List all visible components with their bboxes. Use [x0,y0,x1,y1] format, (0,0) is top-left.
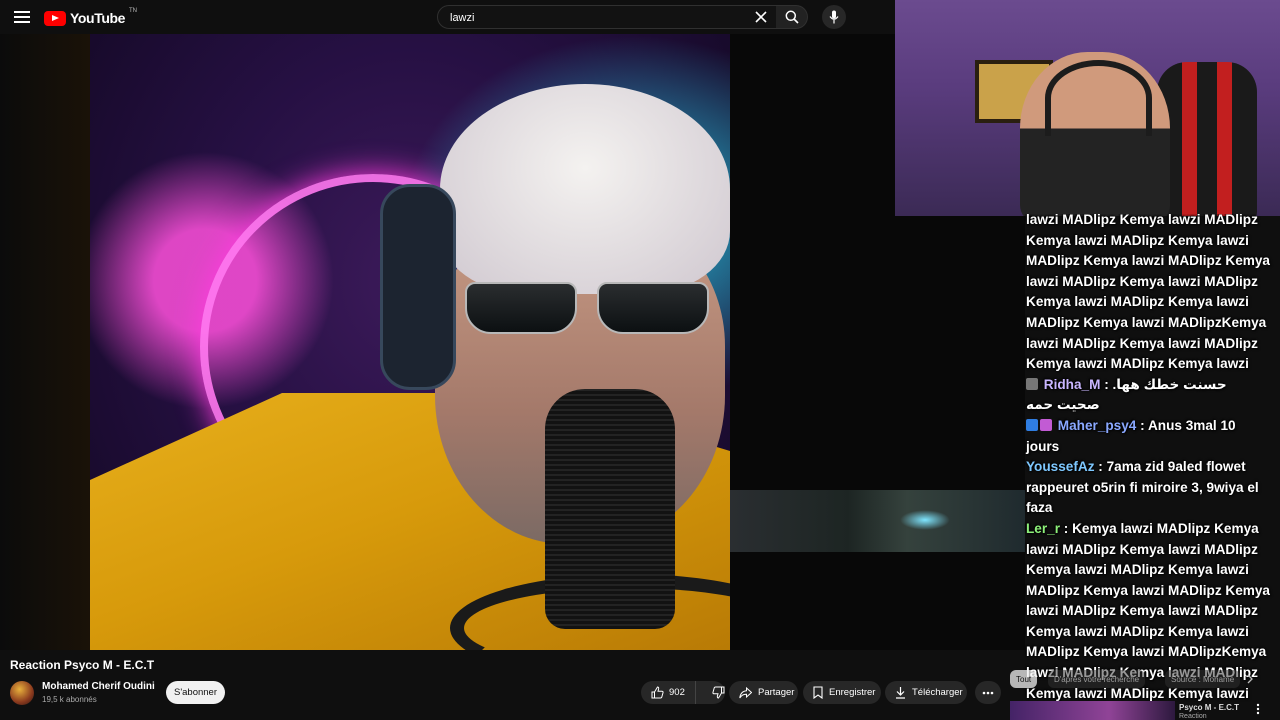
chat-author: Ler_r [1026,520,1061,536]
more-vertical-icon[interactable] [1252,702,1264,716]
logo-country-code: TN [129,8,138,14]
white-beanie [440,84,730,294]
streamer-webcam [895,0,1280,216]
share-icon [739,686,752,699]
studio-microphone [545,389,675,629]
user-badge-icon [1026,377,1038,390]
more-actions-button[interactable] [975,681,1001,704]
clear-search-icon[interactable] [754,10,768,24]
save-button[interactable]: Enregistrer [803,681,881,704]
chat-author: Maher_psy4 [1057,417,1137,433]
like-count: 902 [669,687,685,698]
chevron-right-icon[interactable] [1243,672,1257,686]
related-filter-chips: Tout D'après votre recherche Source : Mo… [1010,670,1280,690]
video-letterbox [0,34,90,650]
logo-text: YouTube [70,10,126,26]
channel-name[interactable]: Mohamed Cherif Oudini [42,681,155,692]
main-video-frame [90,34,730,650]
menu-icon[interactable] [10,5,34,29]
download-label: Télécharger [912,687,963,698]
thumbs-up-icon [651,686,664,699]
chip-from-search[interactable]: D'après votre recherche [1048,670,1146,688]
like-dislike-group: 902 [641,681,725,704]
chip-all[interactable]: Tout [1010,670,1038,688]
recommended-video-subtitle: Reaction [1179,713,1207,720]
video-player[interactable] [0,34,1025,650]
chat-author: YoussefAz [1026,459,1095,475]
search-button[interactable] [776,5,808,29]
share-label: Partager [758,687,795,698]
save-label: Enregistrer [829,687,876,698]
gaming-chair [1157,62,1257,216]
subscribe-button[interactable]: S'abonner [166,681,225,704]
like-button[interactable]: 902 [641,681,696,704]
download-button[interactable]: Télécharger [885,681,967,704]
microphone-icon [829,10,839,24]
download-icon [895,686,906,699]
search-icon [785,10,799,24]
chat-overlay: lawzi MADlipz Kemya lawzi MADlipz Kemya … [1021,214,1280,720]
recommended-video-title[interactable]: Psyco M - E.C.T [1179,703,1239,712]
subscriber-badge-icon [1040,418,1052,431]
bookmark-icon [813,686,823,699]
chat-message-text: lawzi MADlipz Kemya lawzi MADlipz Kemya … [1026,214,1270,372]
headphones [380,184,456,390]
more-horizontal-icon [982,691,994,695]
youtube-play-icon [44,10,66,26]
thumbs-down-icon [712,686,725,699]
chat-author: Ridha_M [1043,376,1101,392]
chat-message: Maher_psy4 : Anus 3mal 10 jours [1026,417,1236,454]
chat-message: YoussefAz : 7ama zid 9aled flowet rappeu… [1026,459,1259,516]
search-box [437,5,777,29]
sunglasses [465,282,710,337]
subscriber-count: 19,5 k abonnés [42,695,97,704]
voice-search-button[interactable] [822,5,846,29]
search-input[interactable] [448,9,742,27]
streamer-headset [1045,60,1152,136]
chat-message: lawzi MADlipz Kemya lawzi MADlipz Kemya … [1021,214,1280,375]
share-button[interactable]: Partager [729,681,798,704]
chip-source[interactable]: Source : Mohame [1165,670,1241,688]
user-badge-icon [1026,418,1038,431]
recommended-video-thumbnail[interactable] [1010,701,1175,720]
inset-clip [730,490,1025,552]
chat-message: Ridha_M : حسنت خطك هها. صحيت حمه [1026,376,1227,413]
video-title: Reaction Psyco M - E.C.T [10,658,155,672]
masthead: YouTube TN [0,0,895,34]
channel-avatar[interactable] [10,681,34,705]
youtube-logo[interactable]: YouTube TN [44,8,138,27]
